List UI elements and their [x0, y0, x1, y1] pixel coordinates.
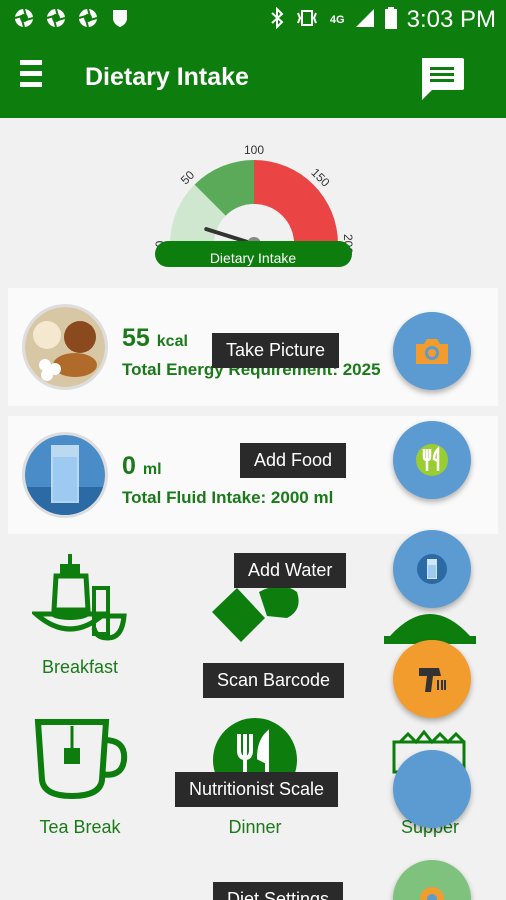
page-title: Dietary Intake [85, 63, 249, 91]
settings-icon [420, 887, 444, 900]
aperture-icon [78, 8, 98, 28]
take-picture-label[interactable]: Take Picture [212, 333, 340, 368]
aperture-icon [46, 8, 66, 28]
dietary-intake-gauge: 050100150200 Dietary Intake [150, 138, 360, 284]
aperture-icon [14, 8, 34, 28]
camera-icon [416, 339, 448, 364]
energy-unit: kcal [156, 333, 188, 350]
fluid-value: 0 ml [122, 452, 162, 481]
fluid-amount: 0 [122, 452, 136, 480]
utensils-icon [416, 444, 448, 476]
add-food-button[interactable] [393, 421, 471, 499]
gauge-tick-label: 50 [178, 168, 198, 188]
gauge-tick-label: 100 [244, 143, 264, 157]
nutritionist-scale-label[interactable]: Nutritionist Scale [175, 772, 339, 807]
energy-amount: 55 [122, 324, 150, 352]
network-type: 4G [329, 14, 345, 26]
meal-label: Breakfast [41, 657, 119, 677]
take-picture-button[interactable] [393, 312, 471, 390]
meal-label: Dinner [228, 817, 282, 837]
breakfast-icon [29, 554, 127, 641]
battery-icon [384, 6, 397, 34]
meal-tea-break[interactable]: Tea Break [30, 712, 130, 838]
diet-settings-label[interactable]: Diet Settings [213, 882, 344, 900]
chat-icon[interactable] [418, 56, 466, 102]
fluid-intake: Total Fluid Intake: 2000 ml [122, 488, 334, 507]
fluid-unit: ml [142, 461, 162, 478]
lunch-icon [212, 586, 299, 642]
meal-label: Tea Break [39, 817, 121, 837]
food-photo [22, 304, 108, 390]
status-bar: 4G 3:03 PM [0, 0, 506, 38]
meal-lunch[interactable] [205, 580, 305, 655]
bluetooth-icon [270, 6, 284, 34]
nutritionist-scale-button[interactable] [393, 750, 471, 828]
vibrate-icon [294, 8, 320, 33]
gauge-label: Dietary Intake [210, 250, 297, 266]
tea-cup-icon [34, 719, 128, 800]
shield-icon [110, 8, 130, 28]
barcode-scanner-icon [419, 668, 446, 692]
app-bar: Dietary Intake [0, 38, 506, 118]
water-photo [22, 432, 108, 518]
energy-value: 55 kcal [122, 324, 188, 353]
add-water-button[interactable] [393, 530, 471, 608]
hamburger-menu-icon[interactable] [20, 60, 46, 94]
scan-barcode-button[interactable] [393, 640, 471, 718]
water-glass-icon [417, 554, 447, 584]
add-water-label[interactable]: Add Water [234, 553, 347, 588]
clock: 3:03 PM [406, 6, 496, 33]
add-food-label[interactable]: Add Food [240, 443, 347, 478]
meal-breakfast[interactable]: Breakfast [29, 548, 130, 678]
diet-settings-button[interactable] [393, 860, 471, 900]
signal-icon [355, 8, 375, 33]
scan-barcode-label[interactable]: Scan Barcode [203, 663, 345, 698]
